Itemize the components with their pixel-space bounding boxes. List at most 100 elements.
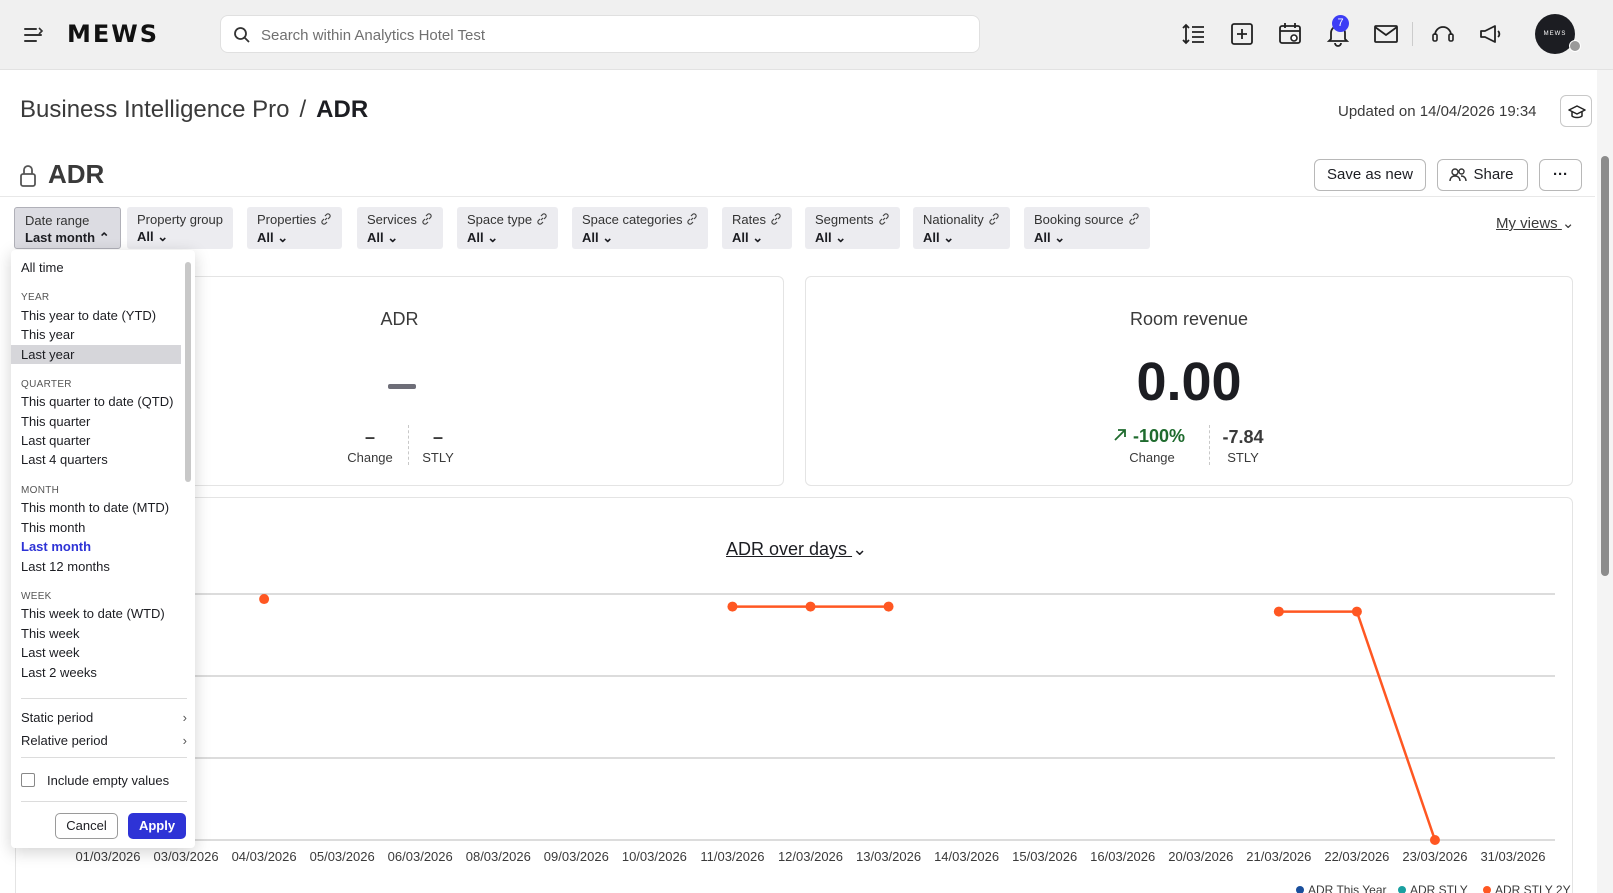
- menu-item[interactable]: Last year: [11, 345, 181, 364]
- link-icon: [536, 213, 548, 228]
- chevron-down-icon: ⌄: [1561, 215, 1575, 232]
- kpi-stly-label: STLY: [1227, 450, 1259, 465]
- filter-segments[interactable]: Segments All ⌄: [805, 207, 900, 249]
- chevron-right-icon: ›: [182, 710, 187, 725]
- filter-label: Space type: [467, 212, 548, 228]
- breadcrumb-parent[interactable]: Business Intelligence Pro: [20, 96, 289, 123]
- menu-scrollbar[interactable]: [185, 262, 191, 482]
- menu-divider: [21, 757, 187, 758]
- status-dot: [1569, 40, 1581, 52]
- filter-date-range[interactable]: Date range Last month ⌃: [14, 207, 121, 249]
- filter-booking-source[interactable]: Booking source All ⌄: [1024, 207, 1150, 249]
- filter-label: Date range: [25, 213, 90, 228]
- link-icon: [421, 213, 433, 228]
- menu-item[interactable]: Last 12 months: [11, 557, 181, 576]
- filter-properties[interactable]: Properties All ⌄: [247, 207, 343, 249]
- breadcrumb: Business Intelligence Pro / ADR: [20, 96, 368, 124]
- date-range-menu: All time YEAR This year to date (YTD) Th…: [11, 250, 195, 848]
- menu-item[interactable]: This quarter to date (QTD): [11, 392, 181, 411]
- kpi-divider: [1209, 425, 1210, 465]
- chevron-down-icon: ⌄: [157, 229, 169, 244]
- menu-item-all-time[interactable]: All time: [11, 258, 181, 277]
- filter-rates[interactable]: Rates All ⌄: [722, 207, 792, 249]
- menu-heading-month: MONTH: [21, 485, 60, 496]
- apply-button[interactable]: Apply: [128, 813, 186, 839]
- menu-item[interactable]: Last 2 weeks: [11, 663, 181, 682]
- filter-value: All ⌄: [257, 230, 289, 246]
- menu-item[interactable]: This month to date (MTD): [11, 498, 181, 517]
- support-icon[interactable]: [1430, 21, 1456, 47]
- menu-item[interactable]: Last 4 quarters: [11, 450, 181, 469]
- calendar-view-icon[interactable]: [1277, 21, 1303, 47]
- menu-item[interactable]: Last quarter: [11, 431, 181, 450]
- academy-button[interactable]: [1560, 95, 1592, 127]
- menu-item[interactable]: This week to date (WTD): [11, 604, 181, 623]
- link-icon: [1128, 213, 1140, 228]
- chevron-down-icon: ⌄: [752, 230, 764, 246]
- breadcrumb-separator: /: [299, 96, 307, 123]
- menu-item-static-period[interactable]: Static period ›: [21, 710, 187, 725]
- menu-item[interactable]: This month: [11, 518, 181, 537]
- filter-label: Properties: [257, 212, 332, 228]
- chart-selector[interactable]: ADR over days ⌄: [726, 539, 867, 560]
- chevron-down-icon: ⌄: [1054, 230, 1066, 246]
- filter-property-group[interactable]: Property group All ⌄: [127, 207, 233, 249]
- notification-badge: 7: [1332, 15, 1349, 32]
- mail-icon[interactable]: [1373, 21, 1399, 47]
- menu-icon[interactable]: [22, 24, 44, 46]
- mews-logo[interactable]: MEWS: [67, 20, 159, 48]
- link-icon: [878, 213, 890, 228]
- chevron-down-icon: ⌄: [852, 539, 868, 559]
- menu-heading-week: WEEK: [21, 591, 52, 602]
- kpi-change: -100%: [1112, 426, 1192, 447]
- search-icon: [234, 27, 250, 43]
- filter-services[interactable]: Services All ⌄: [357, 207, 443, 249]
- line-height-icon[interactable]: [1181, 21, 1207, 47]
- add-icon[interactable]: [1229, 21, 1255, 47]
- include-empty-checkbox[interactable]: [21, 773, 35, 787]
- link-icon: [686, 213, 698, 228]
- menu-heading-quarter: QUARTER: [21, 379, 72, 390]
- kpi-change-value: -100%: [1133, 426, 1186, 446]
- menu-item[interactable]: This week: [11, 624, 181, 643]
- chevron-down-icon: ⌄: [387, 230, 399, 246]
- updated-timestamp: Updated on 14/04/2026 19:34: [1338, 103, 1537, 120]
- top-bar: MEWS 7 MEWS: [0, 0, 1613, 70]
- filter-label: Space categories: [582, 212, 698, 228]
- search-bar[interactable]: [220, 15, 980, 53]
- my-views-dropdown[interactable]: My views ⌄: [1496, 214, 1574, 232]
- filter-nationality[interactable]: Nationality All ⌄: [913, 207, 1010, 249]
- menu-item[interactable]: Last month: [11, 537, 181, 556]
- chevron-up-icon: ⌃: [98, 230, 110, 245]
- menu-heading-year: YEAR: [21, 292, 50, 303]
- share-label: Share: [1473, 166, 1514, 183]
- more-options-button[interactable]: ···: [1539, 159, 1582, 191]
- filter-label: Nationality: [923, 212, 1000, 228]
- filter-label: Services: [367, 212, 433, 228]
- megaphone-icon[interactable]: [1478, 21, 1504, 47]
- save-as-new-button[interactable]: Save as new: [1314, 159, 1426, 191]
- share-button[interactable]: Share: [1437, 159, 1528, 191]
- page-scrollbar-thumb[interactable]: [1601, 156, 1609, 576]
- cancel-button[interactable]: Cancel: [55, 813, 118, 839]
- lock-icon: [19, 164, 37, 193]
- kpi-change-value: –: [364, 427, 375, 447]
- menu-item[interactable]: Last week: [11, 643, 181, 662]
- filter-value: Last month ⌃: [25, 230, 110, 245]
- filter-label: Booking source: [1034, 212, 1140, 228]
- filter-label: Property group: [137, 212, 223, 227]
- search-input[interactable]: [261, 24, 961, 46]
- filter-value: All ⌄: [137, 229, 169, 244]
- menu-item-relative-period[interactable]: Relative period ›: [21, 733, 187, 748]
- menu-item[interactable]: This quarter: [11, 412, 181, 431]
- link-icon: [320, 213, 332, 228]
- include-empty-label: Include empty values: [47, 773, 170, 788]
- link-icon: [988, 213, 1000, 228]
- page-scrollbar[interactable]: [1597, 70, 1613, 893]
- filter-space-type[interactable]: Space type All ⌄: [457, 207, 559, 249]
- filter-label: Rates: [732, 212, 782, 228]
- filter-space-categories[interactable]: Space categories All ⌄: [572, 207, 709, 249]
- filter-value: All ⌄: [367, 230, 399, 246]
- menu-item[interactable]: This year to date (YTD): [11, 306, 181, 325]
- menu-item[interactable]: This year: [11, 325, 181, 344]
